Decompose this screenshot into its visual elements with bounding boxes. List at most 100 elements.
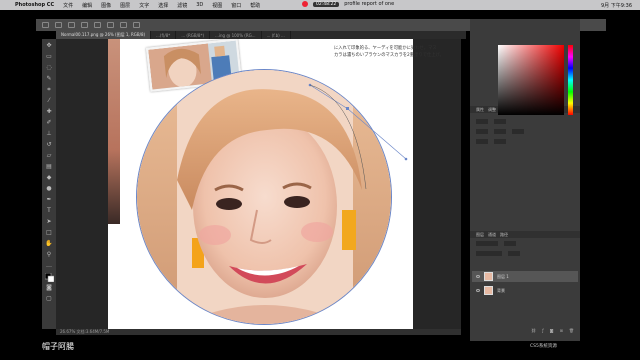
path-select-tool-icon[interactable]: ➤ [45,218,53,226]
lasso-tool-icon[interactable]: ◌ [45,64,53,72]
eyedropper-tool-icon[interactable]: ⁄ [45,97,53,105]
dodge-tool-icon[interactable]: ● [45,185,53,193]
clock: 9月 下午9:36 [601,2,632,9]
menu-item-image[interactable]: 图像 [101,2,111,9]
x-field[interactable] [476,129,488,134]
app-menu[interactable]: Photoshop CC [15,2,54,8]
blur-tool-icon[interactable]: ◆ [45,174,53,182]
menu-item-file[interactable]: 文件 [63,2,73,9]
color-swatch-icon[interactable] [44,272,55,283]
hand-tool-icon[interactable]: ✋ [45,240,53,248]
channel-label: CS5系统资源 [530,344,557,349]
layers-panel-header: 图层 通道 路径 [470,231,580,238]
delete-layer-icon[interactable]: 🗑 [569,328,574,334]
tab-layers[interactable]: 图层 [476,232,484,238]
auto-select-checkbox[interactable] [68,22,75,28]
align-field[interactable] [476,139,488,144]
healing-tool-icon[interactable]: ✚ [45,108,53,116]
distribute-icon[interactable] [120,22,127,28]
angle-field[interactable] [512,129,524,134]
status-bar: 26.67% 文档:3.64M/7.5M [56,329,461,335]
transform-row [476,119,574,125]
layer-options-row [476,251,574,257]
crop-tool-icon[interactable]: ⌗ [45,86,53,94]
layer-thumbnail [484,286,493,295]
recording-time: 02:48:22 [313,1,340,7]
height-field[interactable] [494,119,506,124]
y-field[interactable] [494,129,506,134]
layer-footer-buttons: ⛓ ƒ ◙ ⊞ 🗑 [476,328,574,334]
quick-select-tool-icon[interactable]: ✎ [45,75,53,83]
visibility-eye-icon[interactable] [476,275,480,278]
layer-filter-row [476,241,574,247]
tab-channels[interactable]: 通道 [488,232,496,238]
quick-mask-icon[interactable]: ◙ [45,284,53,292]
layer-row[interactable]: 图层 1 [472,271,578,282]
layer-row[interactable]: 背景 [472,285,578,296]
menu-item-view[interactable]: 视图 [212,2,222,9]
tool-preset-icon[interactable] [55,22,62,28]
layer-thumbnail [484,272,493,281]
more-tools-icon[interactable]: … [45,262,53,270]
tab-document-3[interactable]: ... (RGB/8*) [176,31,211,39]
opacity-field[interactable] [508,251,520,256]
hue-slider[interactable] [568,45,573,115]
tools-panel: ✥ ▭ ◌ ✎ ⌗ ⁄ ✚ ✐ ⊥ ↺ ▱ ▤ ◆ ● ✒ T ➤ □ ✋ ⚲ … [42,39,56,329]
eraser-tool-icon[interactable]: ▱ [45,152,53,160]
color-picker-field[interactable] [498,45,564,115]
recording-indicator: 02:48:22 profile report of one [302,1,394,7]
stamp-tool-icon[interactable]: ⊥ [45,130,53,138]
menu-item-edit[interactable]: 编辑 [82,2,92,9]
tab-paths[interactable]: 路径 [500,232,508,238]
align-center-icon[interactable] [94,22,101,28]
menu-item-window[interactable]: 窗口 [231,2,241,9]
align-left-icon[interactable] [81,22,88,28]
3d-mode-icon[interactable] [133,22,140,28]
watermark: 帽子阿腸 [42,342,74,351]
document-tabs: Normal00.117.png @ 26% (图层 1, RGB/8) ...… [56,31,466,39]
layer-name: 图层 1 [497,273,509,279]
history-brush-tool-icon[interactable]: ↺ [45,141,53,149]
tab-properties[interactable]: 属性 [476,107,484,113]
layer-name: 背景 [497,287,505,293]
pen-tool-icon[interactable]: ✒ [45,196,53,204]
menu-bar: Photoshop CC 文件 编辑 图像 图层 文字 选择 滤镜 3D 视图 … [0,0,640,10]
move-tool-icon[interactable]: ✥ [45,42,53,50]
new-layer-icon[interactable]: ⊞ [560,328,563,334]
distribute-field[interactable] [494,139,506,144]
position-row [476,129,574,135]
gradient-tool-icon[interactable]: ▤ [45,163,53,171]
align-right-icon[interactable] [107,22,114,28]
screen-mode-icon[interactable]: ▢ [45,295,53,303]
menu-item-layer[interactable]: 图层 [120,2,130,9]
link-layers-icon[interactable]: ⛓ [531,328,536,334]
tab-document-5[interactable]: ... (f.b) ... [262,31,291,39]
align-row [476,139,574,145]
menu-item-type[interactable]: 文字 [139,2,149,9]
tab-document-1[interactable]: Normal00.117.png @ 26% (图层 1, RGB/8) [56,31,152,39]
layer-kind-filter[interactable] [476,241,498,246]
blend-mode-select[interactable] [504,241,516,246]
marquee-tool-icon[interactable]: ▭ [45,53,53,61]
tab-adjustments[interactable]: 调整 [488,107,496,113]
path-handles[interactable] [56,39,461,329]
blend-mode-dropdown[interactable] [476,251,502,256]
menu-item-select[interactable]: 选择 [158,2,168,9]
record-icon[interactable] [302,1,308,7]
canvas-area[interactable]: に入れて印象的る、ヤーディを可能かに染わせ。マス カラは濃ちのいブラウンのマスカ… [56,39,461,329]
home-icon[interactable] [42,22,49,28]
menu-item-filter[interactable]: 滤镜 [177,2,187,9]
visibility-eye-icon[interactable] [476,289,480,292]
fx-icon[interactable]: ƒ [542,328,543,334]
menu-item-help[interactable]: 帮助 [250,2,260,9]
shape-tool-icon[interactable]: □ [45,229,53,237]
mask-icon[interactable]: ◙ [550,328,554,334]
width-field[interactable] [476,119,488,124]
tab-document-4[interactable]: ...ing @ 100% (RG... [210,31,262,39]
menu-item-3d[interactable]: 3D [196,2,203,8]
brush-tool-icon[interactable]: ✐ [45,119,53,127]
document-title: profile report of one [344,1,395,7]
type-tool-icon[interactable]: T [45,207,53,215]
zoom-tool-icon[interactable]: ⚲ [45,251,53,259]
tab-document-2[interactable]: ...(f)/8* [151,31,177,39]
